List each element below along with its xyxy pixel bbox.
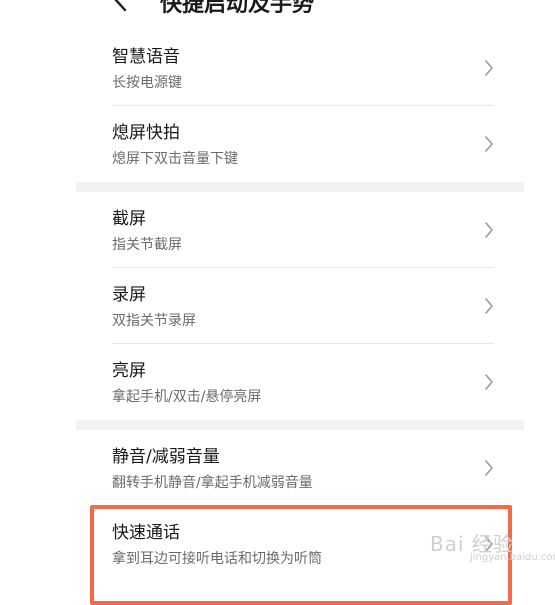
- settings-list: 智慧语音 长按电源键 熄屏快拍 熄屏下双击音量下键 截屏 指关节截屏 录屏 双指…: [76, 30, 524, 582]
- chevron-right-icon: [484, 459, 494, 481]
- header: 快捷启动及手势: [0, 0, 555, 20]
- item-title: 熄屏快拍: [112, 123, 180, 143]
- item-title: 静音/减弱音量: [112, 447, 220, 467]
- item-title: 录屏: [112, 285, 146, 305]
- item-title: 亮屏: [112, 361, 146, 381]
- page-title: 快捷启动及手势: [160, 0, 315, 17]
- item-subtitle: 拿起手机/双击/悬停亮屏: [112, 389, 262, 405]
- item-subtitle: 长按电源键: [112, 75, 182, 91]
- list-item-screen-record[interactable]: 录屏 双指关节录屏: [76, 268, 524, 344]
- item-title: 截屏: [112, 209, 146, 229]
- group-separator: [76, 182, 524, 192]
- chevron-right-icon: [484, 373, 494, 395]
- chevron-right-icon: [484, 135, 494, 157]
- list-item-wake-screen[interactable]: 亮屏 拿起手机/双击/悬停亮屏: [76, 344, 524, 420]
- item-subtitle: 双指关节录屏: [112, 313, 196, 329]
- item-title: 智慧语音: [112, 47, 180, 67]
- list-item-mute-reduce-volume[interactable]: 静音/减弱音量 翻转手机静音/拿起手机减弱音量: [76, 430, 524, 506]
- item-subtitle: 熄屏下双击音量下键: [112, 151, 238, 167]
- list-item-screen-off-snapshot[interactable]: 熄屏快拍 熄屏下双击音量下键: [76, 106, 524, 182]
- item-subtitle: 翻转手机静音/拿起手机减弱音量: [112, 475, 313, 491]
- chevron-right-icon: [484, 59, 494, 81]
- watermark-url: jingyan.baidu.com: [470, 552, 555, 563]
- list-item-smart-voice[interactable]: 智慧语音 长按电源键: [76, 30, 524, 106]
- group-separator: [76, 420, 524, 430]
- chevron-right-icon: [484, 297, 494, 319]
- back-arrow-icon[interactable]: [112, 0, 128, 16]
- item-subtitle: 指关节截屏: [112, 237, 182, 253]
- list-item-screenshot[interactable]: 截屏 指关节截屏: [76, 192, 524, 268]
- chevron-right-icon: [484, 221, 494, 243]
